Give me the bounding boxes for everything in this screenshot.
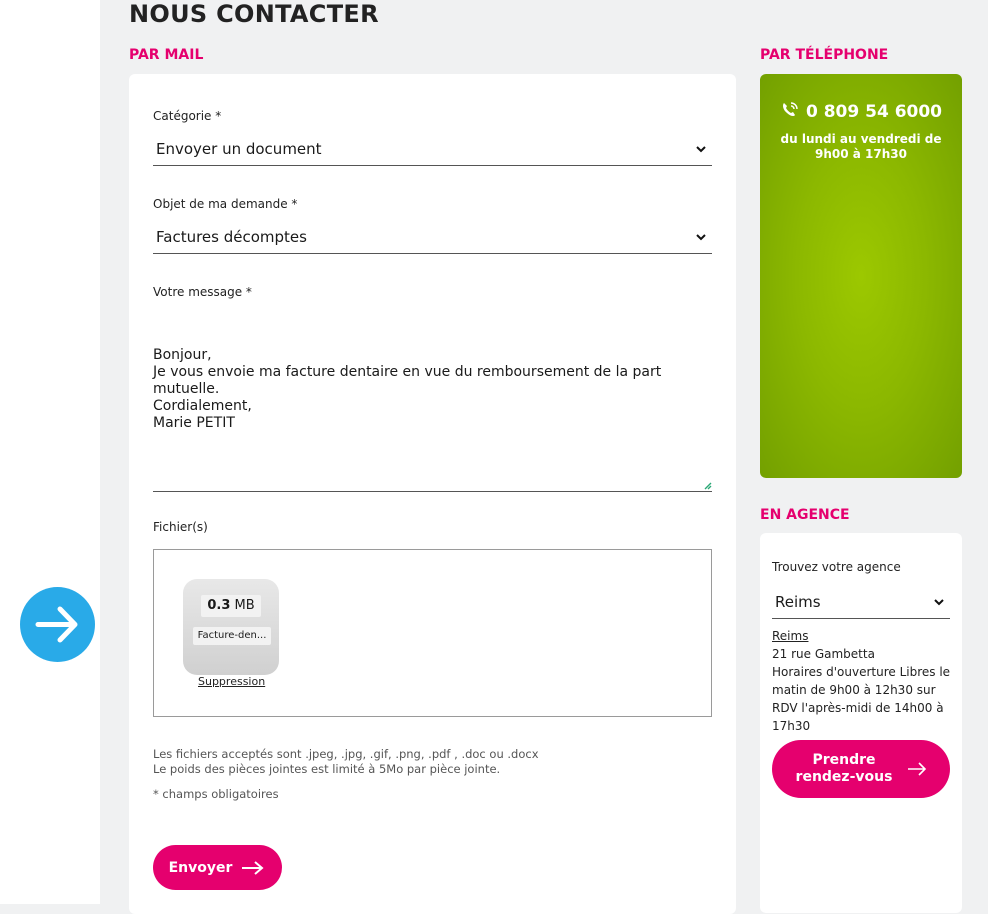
required-note: * champs obligatoires [153,787,279,801]
file-preview-card: 0.3 MB Facture-den... [183,579,279,675]
arrow-right-icon [35,606,78,643]
phone-number-row[interactable]: 0 809 54 6000 [760,101,962,122]
file-remove-link[interactable]: Suppression [198,675,265,688]
chevron-down-icon [934,598,944,605]
agency-info: Reims 21 rue Gambetta Horaires d'ouvertu… [772,627,954,735]
chevron-down-icon [696,145,706,152]
agency-hours: Horaires d'ouverture Libres le matin de … [772,665,951,733]
message-text: Bonjour, Je vous envoie ma facture denta… [153,347,662,431]
file-name: Facture-den... [193,627,271,645]
subject-label: Objet de ma demande * [153,197,298,211]
agency-panel: Trouvez votre agence Reims Reims 21 rue … [760,533,962,913]
section-phone-title: PAR TÉLÉPHONE [760,47,889,63]
phone-panel: 0 809 54 6000 du lundi au vendredi de 9h… [760,74,962,478]
chevron-down-icon [696,233,706,240]
resize-grip-icon[interactable] [704,482,712,490]
agency-selected: Reims [775,592,821,611]
next-arrow-button[interactable] [20,587,95,662]
mail-form-panel: Catégorie * Envoyer un document Objet de… [129,74,736,914]
find-agency-label: Trouvez votre agence [772,560,901,574]
subject-value: Factures décomptes [156,227,307,246]
phone-icon [782,102,798,117]
category-label: Catégorie * [153,109,222,123]
file-help-text: Les fichiers acceptés sont .jpeg, .jpg, … [153,747,539,776]
phone-hours: du lundi au vendredi de 9h00 à 17h30 [780,132,942,161]
agency-name-link[interactable]: Reims [772,627,954,645]
submit-button[interactable]: Envoyer [153,845,282,890]
message-label: Votre message * [153,285,252,299]
files-label: Fichier(s) [153,520,208,534]
phone-number: 0 809 54 6000 [805,102,943,122]
appointment-label: Prendre rendez-vous [795,752,893,785]
submit-label: Envoyer [168,859,233,876]
agency-select[interactable]: Reims [772,585,950,619]
subject-select[interactable]: Factures décomptes [153,220,712,254]
arrow-right-icon [242,860,264,875]
category-value: Envoyer un document [156,139,322,158]
arrow-right-icon [908,762,927,776]
section-mail-title: PAR MAIL [129,47,204,63]
left-margin [0,0,100,904]
section-agency-title: EN AGENCE [760,507,850,523]
message-textarea[interactable]: Bonjour, Je vous envoie ma facture denta… [153,313,712,492]
page-title: NOUS CONTACTER [129,0,379,28]
file-size: 0.3 MB [201,595,261,617]
file-dropzone[interactable]: 0.3 MB Facture-den... Suppression [153,549,712,717]
category-select[interactable]: Envoyer un document [153,132,712,166]
appointment-button[interactable]: Prendre rendez-vous [772,740,950,798]
agency-address: 21 rue Gambetta [772,647,875,661]
